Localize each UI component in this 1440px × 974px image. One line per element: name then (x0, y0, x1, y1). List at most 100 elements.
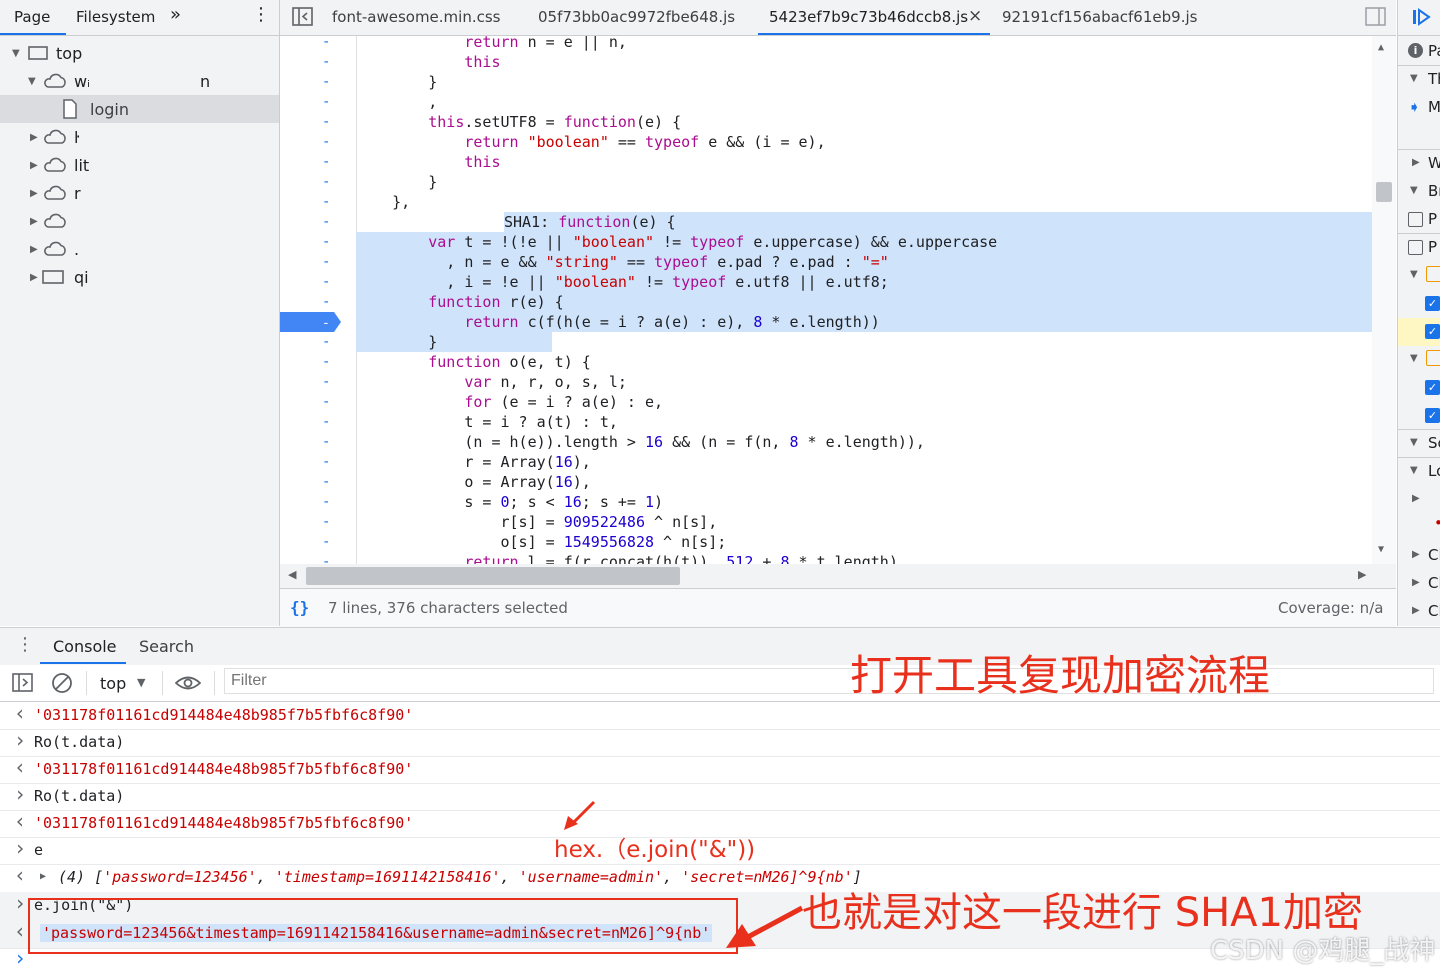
eye-icon[interactable] (175, 674, 201, 692)
close-tab-icon[interactable]: × (968, 6, 982, 26)
context-selector[interactable]: top (100, 674, 126, 693)
debugger-section-row[interactable]: ▶W (1398, 150, 1440, 178)
cloud-icon (44, 129, 66, 144)
debugger-section-row[interactable]: ➧ M (1398, 94, 1440, 122)
tab-92191-js[interactable]: 92191cf156abacf61eb9.js (1002, 8, 1197, 26)
pretty-print-icon[interactable]: {} (290, 598, 309, 617)
code-line: t = i ? a(t) : t, (356, 413, 618, 431)
debugger-section-row[interactable]: P (1398, 206, 1440, 234)
checkbox-checked[interactable]: ✓ (1425, 296, 1440, 311)
scroll-right-icon[interactable]: ▶ (1358, 568, 1366, 581)
code-line: function o(e, t) { (428, 353, 591, 371)
toggle-navigator-icon[interactable] (292, 7, 314, 27)
tree-item-frame[interactable]: ▶ qi (0, 264, 279, 292)
vertical-scroll-thumb[interactable] (1376, 182, 1392, 202)
tab-5423e-js-active[interactable]: 5423ef7b9c73b46dccb8.js (769, 8, 968, 26)
expand-arrow-icon[interactable]: ▼ (1410, 353, 1418, 364)
scroll-up-icon[interactable]: ▲ (1378, 42, 1384, 53)
console-result-row[interactable]: ‹ '031178f01161cd914484e48b985f7b5fbf6c8f… (0, 701, 1440, 730)
expand-arrow-icon[interactable]: ▼ (1410, 465, 1418, 476)
debugger-section-row[interactable]: ▶ Cl (1398, 598, 1440, 626)
debugger-section-row[interactable]: ▶ (1398, 486, 1440, 514)
debugger-section-label: Th (1428, 70, 1440, 88)
kebab-menu-icon[interactable]: ⋮ (252, 4, 270, 25)
tab-page[interactable]: Page (14, 8, 50, 26)
tab-filesystem[interactable]: Filesystem (76, 8, 155, 26)
checkbox[interactable] (1408, 212, 1423, 227)
collapse-arrow-icon[interactable]: ▶ (1412, 577, 1420, 588)
drawer-menu-icon[interactable]: ⋮ (16, 634, 34, 655)
checkbox[interactable] (1408, 240, 1423, 255)
expand-arrow-icon[interactable]: ▶ (30, 272, 38, 283)
tree-item-login[interactable]: login (0, 95, 279, 123)
tab-console[interactable]: Console (53, 637, 117, 656)
chevron-down-icon[interactable]: ▼ (137, 676, 145, 689)
debugger-section-row[interactable]: ✓ (1398, 318, 1440, 346)
collapse-arrow-icon[interactable]: ▶ (1412, 605, 1420, 616)
expand-array-icon[interactable]: ▶ (40, 871, 46, 882)
debugger-section-row[interactable]: ▼ Th (1398, 66, 1440, 94)
tree-item-domain[interactable]: ▶ (0, 208, 279, 236)
clear-console-icon[interactable] (51, 672, 73, 694)
collapse-arrow-icon[interactable]: ▶ (1412, 493, 1420, 504)
debugger-section-row[interactable]: ▶ Cl (1398, 542, 1440, 570)
expand-arrow-icon[interactable]: ▼ (1410, 73, 1418, 84)
debugger-section-row[interactable]: ▼ (1398, 346, 1440, 374)
expand-arrow-icon[interactable]: ▶ (30, 244, 38, 255)
checkbox-checked[interactable]: ✓ (1425, 380, 1440, 395)
console-result-row[interactable]: ‹ '031178f01161cd914484e48b985f7b5fbf6c8f… (0, 755, 1440, 784)
horizontal-scroll-thumb[interactable] (306, 567, 680, 585)
vertical-scrollbar[interactable]: ▲ ▼ (1372, 36, 1396, 564)
debugger-section-row[interactable]: ✓ (1398, 290, 1440, 318)
tab-05f73-js[interactable]: 05f73bb0ac9972fbe648.js (538, 8, 735, 26)
more-tabs-icon[interactable]: » (170, 4, 181, 25)
horizontal-scrollbar[interactable]: ◀ ▶ (280, 564, 1396, 588)
toolbar-divider (214, 671, 215, 695)
tree-item-domain[interactable]: ▶ lit (0, 152, 279, 180)
console-prompt-icon[interactable]: › (14, 946, 26, 970)
expand-arrow-icon[interactable]: ▼ (1410, 185, 1418, 196)
breakpoint-marker-icon[interactable]: - (280, 312, 342, 332)
scroll-down-icon[interactable]: ▼ (1378, 544, 1384, 555)
code-editor[interactable]: --------------------------- return n = e… (280, 36, 1396, 564)
checkbox-checked[interactable]: ✓ (1425, 324, 1440, 339)
checkbox-checked[interactable]: ✓ (1425, 408, 1440, 423)
debugger-section-row[interactable]: qr (1398, 122, 1440, 150)
resume-icon[interactable] (1412, 8, 1432, 26)
show-sidebar-icon[interactable] (12, 673, 34, 693)
expand-arrow-icon[interactable]: ▼ (12, 48, 20, 59)
tab-page-underline (0, 33, 66, 35)
expand-arrow-icon[interactable]: ▶ (30, 132, 38, 143)
tree-item-domain[interactable]: ▶ . (0, 236, 279, 264)
toggle-debugger-icon[interactable] (1365, 7, 1387, 27)
tree-item-domain[interactable]: ▶ ŀ (0, 124, 279, 152)
expand-arrow-icon[interactable]: ▶ (30, 216, 38, 227)
collapse-arrow-icon[interactable]: ▶ (1412, 157, 1420, 168)
scroll-left-icon[interactable]: ◀ (288, 568, 296, 581)
expand-arrow-icon[interactable]: ▼ (1410, 437, 1418, 448)
tree-item-top[interactable]: ▼ top (0, 40, 279, 68)
debugger-section-row[interactable]: ▼ (1398, 262, 1440, 290)
debugger-section-row[interactable]: ▼ Sc (1398, 430, 1440, 458)
expand-arrow-icon[interactable]: ▼ (28, 76, 36, 87)
toolbar-divider (86, 671, 87, 695)
expand-arrow-icon[interactable]: ▼ (1410, 269, 1418, 280)
collapse-arrow-icon[interactable]: ▶ (1412, 549, 1420, 560)
debugger-section-row[interactable]: i Pa (1398, 38, 1440, 66)
debugger-section-row[interactable]: ✓ (1398, 374, 1440, 402)
console-input-row[interactable]: › Ro(t.data) (0, 728, 1440, 757)
expand-arrow-icon[interactable]: ▶ (30, 188, 38, 199)
expand-arrow-icon[interactable]: ▶ (30, 160, 38, 171)
tree-item-domain[interactable]: ▶ r (0, 180, 279, 208)
debugger-section-row[interactable]: ✓ (1398, 402, 1440, 430)
debugger-section-row[interactable]: P (1398, 234, 1440, 262)
debugger-section-row[interactable]: • (1398, 514, 1440, 542)
tab-search[interactable]: Search (139, 637, 194, 656)
debugger-section-row[interactable]: ▼ Lo (1398, 458, 1440, 486)
debugger-section-row[interactable]: ▶ Cl (1398, 570, 1440, 598)
console-input-row[interactable]: › Ro(t.data) (0, 782, 1440, 811)
tab-font-awesome-css[interactable]: font-awesome.min.css (332, 8, 500, 26)
debugger-section-row[interactable]: ▼ Br (1398, 178, 1440, 206)
code-line: return "boolean" == typeof e && (i = e), (464, 133, 826, 151)
tree-item-domain[interactable]: ▼ wᵢ n (0, 68, 279, 96)
